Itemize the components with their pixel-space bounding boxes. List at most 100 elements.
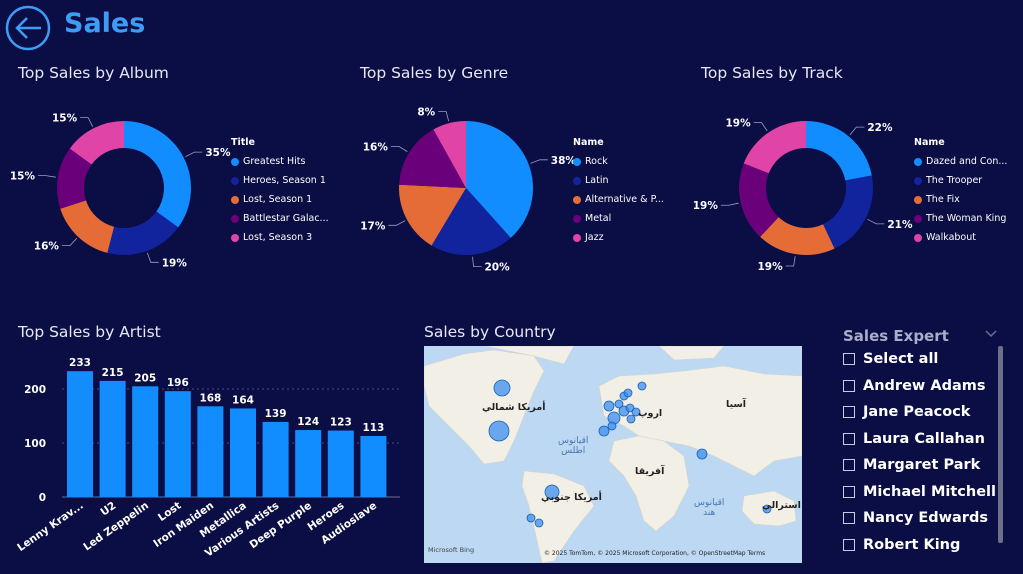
page-title: Sales xyxy=(64,8,146,39)
album-legend: Greatest Hits Heroes, Season 1 Lost, Seaso… xyxy=(231,152,329,247)
slicer-scrollbar[interactable] xyxy=(998,346,1003,543)
album-legend-item[interactable]: Lost, Season 1 xyxy=(231,190,329,209)
bar-value-label: 215 xyxy=(102,367,124,379)
album-slice[interactable] xyxy=(60,200,115,253)
label-atlantic: اقيانوس اطلس xyxy=(558,436,589,456)
genre-leader-line xyxy=(472,256,482,268)
genre-legend-title: Name xyxy=(573,137,604,148)
artist-bar[interactable] xyxy=(197,406,224,497)
artist-bar[interactable] xyxy=(164,391,191,497)
x-category-label: U2 xyxy=(98,500,118,519)
track-leader-line xyxy=(753,122,768,132)
album-legend-item[interactable]: Lost, Season 3 xyxy=(231,228,329,247)
checkbox-icon[interactable] xyxy=(843,379,855,392)
slicer-item[interactable]: Michael Mitchell xyxy=(843,484,996,500)
checkbox-icon[interactable] xyxy=(843,459,855,471)
album-pct-label: 19% xyxy=(162,257,188,269)
legend-dot-icon xyxy=(231,233,239,242)
checkbox-icon[interactable] xyxy=(843,538,855,551)
legend-dot-icon xyxy=(231,157,239,166)
track-legend-item[interactable]: The Trooper xyxy=(914,171,1007,190)
track-slice[interactable] xyxy=(743,121,806,174)
slicer-item-label: Michael Mitchell xyxy=(863,483,996,500)
artist-chart-title: Top Sales by Artist xyxy=(18,323,161,341)
track-slice[interactable] xyxy=(823,175,873,249)
album-leader-line xyxy=(146,252,159,263)
legend-dot-icon xyxy=(573,233,581,242)
track-leader-line xyxy=(785,256,796,267)
checkbox-icon[interactable] xyxy=(843,406,855,418)
genre-legend-item[interactable]: Rock xyxy=(573,152,664,171)
legend-dot-icon xyxy=(231,176,239,185)
album-legend-item[interactable]: Heroes, Season 1 xyxy=(231,171,329,190)
album-legend-label: Lost, Season 3 xyxy=(243,232,313,243)
checkbox-icon[interactable] xyxy=(843,512,855,524)
map-attribution[interactable]: © 2025 TomTom, © 2025 Microsoft Corporat… xyxy=(544,550,765,557)
album-slice[interactable] xyxy=(124,121,191,228)
track-legend-label: Dazed and Con... xyxy=(926,156,1008,167)
track-legend-item[interactable]: The Woman King xyxy=(914,209,1007,228)
track-legend-item[interactable]: Dazed and Con... xyxy=(914,152,1007,171)
genre-legend-label: Rock xyxy=(585,156,608,167)
track-legend: Dazed and Con... The Trooper The Fix The Wo… xyxy=(914,152,1007,247)
album-pct-label: 16% xyxy=(34,241,60,253)
checkbox-icon[interactable] xyxy=(843,485,855,498)
label-asia: آسيا xyxy=(726,399,747,410)
genre-pct-label: 20% xyxy=(485,262,511,274)
slicer-item-label: Select all xyxy=(863,351,939,367)
slicer-title: Sales Expert xyxy=(843,327,949,345)
checkbox-icon[interactable] xyxy=(843,353,855,365)
album-leader-line xyxy=(185,151,203,158)
bar-value-label: 139 xyxy=(265,408,287,420)
album-legend-item[interactable]: Battlestar Galac... xyxy=(231,209,329,228)
slicer-item[interactable]: Andrew Adams xyxy=(843,378,985,394)
genre-legend-item[interactable]: Metal xyxy=(573,209,664,228)
artist-bar[interactable] xyxy=(360,435,387,497)
album-legend-label: Greatest Hits xyxy=(243,156,306,167)
slicer-item[interactable]: Select all xyxy=(843,351,938,367)
y-tick-label: 0 xyxy=(39,492,46,504)
artist-bar[interactable] xyxy=(327,430,354,497)
slicer-item[interactable]: Nancy Edwards xyxy=(843,510,988,526)
back-arrow-icon[interactable] xyxy=(5,5,51,51)
artist-bar[interactable] xyxy=(262,421,289,497)
slicer-item[interactable]: Margaret Park xyxy=(843,457,980,473)
x-category-label: Lenny Krav... xyxy=(15,500,85,554)
sales-by-country-map[interactable]: أمريكا شمالي أمريكا جنوبي اروپ آسيا آفري… xyxy=(424,346,802,563)
genre-legend-item[interactable]: Jazz xyxy=(573,228,664,247)
track-legend-item[interactable]: Walkabout xyxy=(914,228,1007,247)
track-legend-label: The Fix xyxy=(926,194,960,205)
slicer-item[interactable]: Jane Peacock xyxy=(843,404,970,420)
slicer-item-label: Margaret Park xyxy=(863,457,981,473)
track-slice[interactable] xyxy=(806,121,872,181)
album-leader-line xyxy=(80,117,94,127)
album-legend-label: Heroes, Season 1 xyxy=(243,175,326,186)
artist-bar[interactable] xyxy=(230,408,256,497)
slicer-item-label: Robert King xyxy=(863,536,961,553)
country-chart-title: Sales by Country xyxy=(424,323,556,341)
track-legend-item[interactable]: The Fix xyxy=(914,190,1007,209)
artist-bar[interactable] xyxy=(67,371,93,497)
y-tick-label: 100 xyxy=(24,438,46,450)
artist-bar[interactable] xyxy=(99,380,126,497)
bar-value-label: 164 xyxy=(232,394,254,406)
genre-legend-label: Latin xyxy=(585,175,609,186)
album-legend-label: Battlestar Galac... xyxy=(243,213,329,224)
slicer-item[interactable]: Laura Callahan xyxy=(843,431,985,447)
checkbox-icon[interactable] xyxy=(843,432,855,445)
track-leader-line xyxy=(720,202,739,206)
track-legend-title: Name xyxy=(914,137,945,148)
legend-dot-icon xyxy=(573,214,581,223)
artist-bar[interactable] xyxy=(132,386,159,497)
artist-bar[interactable] xyxy=(295,430,322,497)
artist-bar-chart[interactable]: 0100200233Lenny Krav...215U2205Led Zeppe… xyxy=(0,345,410,574)
bar-value-label: 205 xyxy=(134,372,156,384)
album-chart-title: Top Sales by Album xyxy=(18,64,169,82)
chevron-down-icon[interactable] xyxy=(985,329,997,339)
legend-dot-icon xyxy=(914,195,922,204)
genre-legend-item[interactable]: Latin xyxy=(573,171,664,190)
genre-legend-item[interactable]: Alternative & P... xyxy=(573,190,664,209)
track-leader-line xyxy=(867,218,885,225)
slicer-item[interactable]: Robert King xyxy=(843,537,960,553)
album-legend-item[interactable]: Greatest Hits xyxy=(231,152,329,171)
